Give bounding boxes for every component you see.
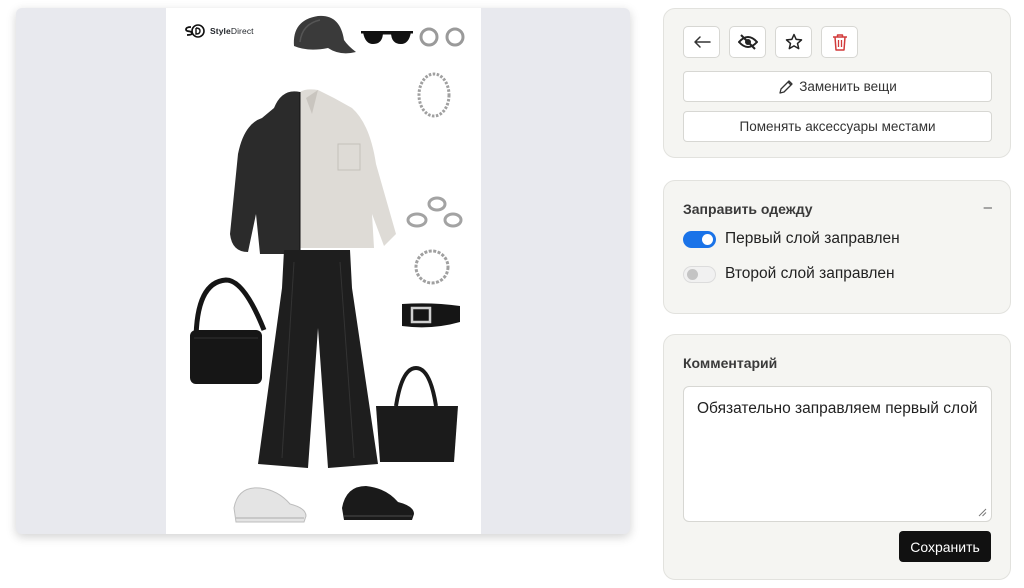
back-button[interactable] bbox=[683, 26, 720, 58]
outfit-preview: StyleDirect bbox=[16, 8, 630, 534]
tote-bag-image bbox=[376, 366, 458, 462]
tuck-panel-title: Заправить одежду bbox=[683, 201, 813, 217]
replace-items-button[interactable]: Заменить вещи bbox=[683, 71, 992, 102]
belt-image bbox=[402, 303, 460, 328]
comment-panel-title: Комментарий bbox=[683, 355, 778, 371]
sunglasses-image bbox=[361, 31, 413, 44]
chain-bracelet-image bbox=[414, 249, 450, 285]
hoop-earrings-image bbox=[419, 27, 465, 47]
hoodie-shirt-image bbox=[230, 89, 396, 254]
comment-panel: Комментарий Обязательно заправляем первы… bbox=[663, 334, 1011, 580]
chain-necklace-image bbox=[417, 72, 451, 118]
toggle-row-second-layer: Второй слой заправлен bbox=[683, 265, 895, 283]
first-layer-label: Первый слой заправлен bbox=[725, 230, 900, 247]
swap-accessories-button[interactable]: Поменять аксессуары местами bbox=[683, 111, 992, 142]
actions-panel: Заменить вещи Поменять аксессуары местам… bbox=[663, 8, 1011, 158]
comment-textarea[interactable]: Обязательно заправляем первый слой bbox=[683, 386, 992, 522]
arrow-left-icon bbox=[693, 36, 711, 48]
tuck-panel: Заправить одежду – Первый слой заправлен… bbox=[663, 180, 1011, 314]
cap-image bbox=[293, 15, 356, 54]
crossbody-bag-image bbox=[190, 277, 267, 384]
white-sneakers-image bbox=[233, 487, 307, 523]
delete-button[interactable] bbox=[821, 26, 858, 58]
icon-toolbar bbox=[683, 26, 858, 58]
toggle-row-first-layer: Первый слой заправлен bbox=[683, 230, 900, 248]
save-button[interactable]: Сохранить bbox=[899, 531, 991, 562]
second-layer-toggle[interactable] bbox=[683, 265, 716, 283]
collapse-button[interactable]: – bbox=[984, 199, 992, 216]
style-direct-logo: StyleDirect bbox=[184, 24, 254, 38]
swap-accessories-label: Поменять аксессуары местами bbox=[739, 119, 936, 134]
outfit-canvas: StyleDirect bbox=[166, 8, 481, 534]
replace-items-label: Заменить вещи bbox=[799, 79, 897, 94]
star-icon bbox=[785, 33, 802, 50]
hide-button[interactable] bbox=[729, 26, 766, 58]
favorite-button[interactable] bbox=[775, 26, 812, 58]
eye-off-icon bbox=[737, 34, 758, 50]
second-layer-label: Второй слой заправлен bbox=[725, 265, 895, 282]
black-sneakers-image bbox=[342, 486, 414, 520]
first-layer-toggle[interactable] bbox=[683, 230, 716, 248]
trash-icon bbox=[832, 34, 847, 51]
logo-mark-icon bbox=[185, 24, 205, 38]
resize-grip-icon[interactable] bbox=[977, 507, 987, 517]
rings-image bbox=[406, 196, 463, 228]
comment-text: Обязательно заправляем первый слой bbox=[697, 400, 978, 417]
pencil-icon bbox=[779, 79, 793, 94]
